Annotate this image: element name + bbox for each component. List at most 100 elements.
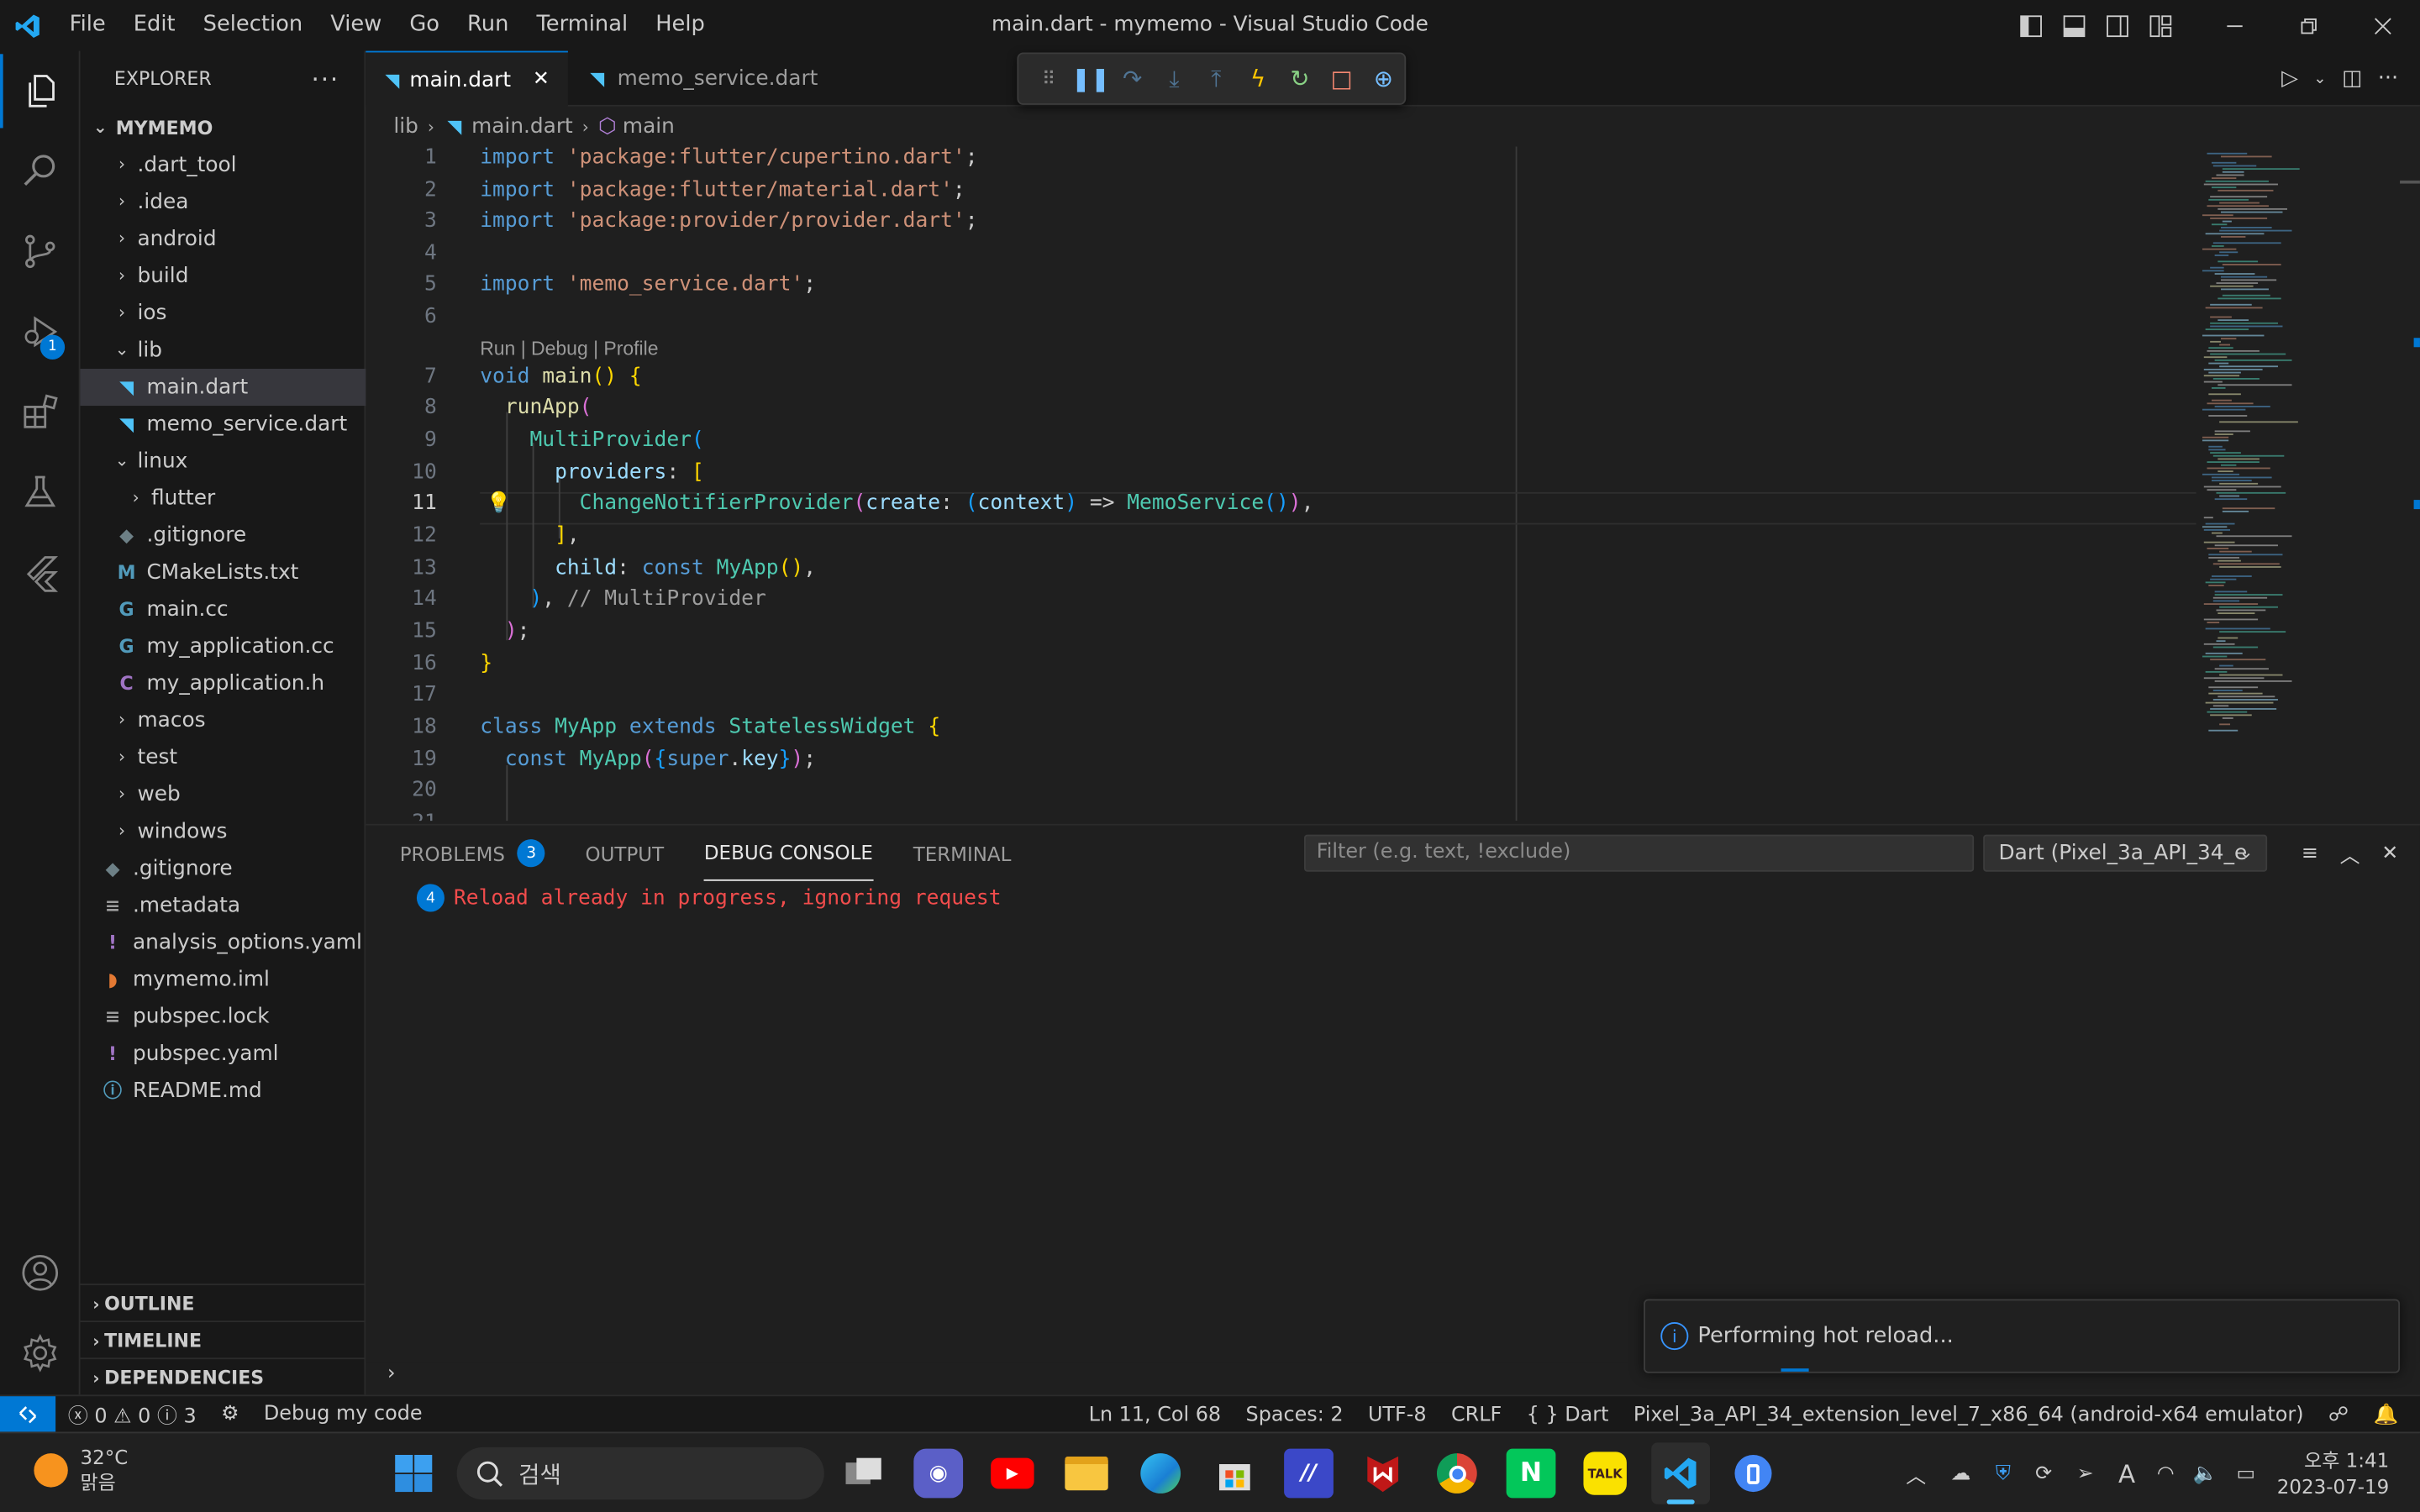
remote-indicator-icon[interactable] <box>0 1395 56 1433</box>
console-input-prompt-icon[interactable]: › <box>387 1362 396 1386</box>
stop-icon[interactable]: □ <box>1321 57 1363 100</box>
file-item[interactable]: ◆ .gitignore <box>81 850 366 887</box>
folder-item[interactable]: › web <box>81 776 366 813</box>
indentation[interactable]: Spaces: 2 <box>1234 1403 1355 1426</box>
onedrive-icon[interactable]: ☁ <box>1939 1462 1983 1485</box>
more-actions-icon[interactable]: ··· <box>312 64 340 93</box>
run-debug-icon[interactable]: 1 <box>0 295 81 369</box>
search-icon[interactable] <box>0 134 81 208</box>
encoding[interactable]: UTF-8 <box>1355 1403 1439 1426</box>
file-item[interactable]: ◥ memo_service.dart <box>81 406 366 443</box>
file-item[interactable]: ! analysis_options.yaml <box>81 924 366 961</box>
device-selector[interactable]: Pixel_3a_API_34_extension_level_7_x86_64… <box>1621 1403 2316 1426</box>
vscode-taskbar-icon[interactable] <box>1651 1442 1711 1504</box>
folder-item[interactable]: ⌄ lib <box>81 332 366 369</box>
customize-layout-icon[interactable] <box>2139 0 2182 51</box>
taskbar-search[interactable]: 검색 <box>456 1446 824 1500</box>
file-item[interactable]: Gmy_application.cc <box>81 628 366 665</box>
close-panel-icon[interactable]: ✕ <box>2381 842 2398 865</box>
timeline-section[interactable]: › TIMELINE <box>80 1320 366 1357</box>
source-control-icon[interactable] <box>0 214 81 288</box>
file-item[interactable]: M CMakeLists.txt <box>81 554 366 591</box>
file-item[interactable]: ≡ .metadata <box>81 887 366 924</box>
breadcrumb-main-dart[interactable]: main.dart <box>471 114 573 139</box>
folder-item[interactable]: › build <box>81 258 366 295</box>
restart-icon[interactable]: ↻ <box>1279 57 1321 100</box>
windows-start-icon[interactable] <box>389 1449 439 1499</box>
folder-item[interactable]: ⌄ linux <box>81 443 366 480</box>
weather-widget[interactable]: 32°C 맑음 <box>34 1446 128 1495</box>
debug-icon[interactable]: ⚙ <box>208 1403 251 1426</box>
step-out-icon[interactable]: ⤒ <box>1195 57 1237 100</box>
pause-icon[interactable]: ❚❚ <box>1070 57 1112 100</box>
extensions-icon[interactable] <box>0 375 81 449</box>
more-actions-icon[interactable]: ··· <box>2378 66 2399 91</box>
testing-icon[interactable] <box>0 455 81 529</box>
microsoft-store-icon[interactable] <box>1210 1449 1260 1499</box>
menu-file[interactable]: File <box>55 0 119 51</box>
restore-icon[interactable] <box>2272 0 2346 51</box>
debug-config[interactable]: Debug my code <box>251 1403 434 1426</box>
chrome-icon[interactable] <box>1432 1449 1481 1499</box>
devtools-icon[interactable]: ⊕ <box>1363 57 1405 100</box>
file-item[interactable]: Cmy_application.h <box>81 665 366 702</box>
tab-close-icon[interactable]: ✕ <box>533 68 550 92</box>
defender-icon[interactable]: ⛨ <box>1983 1462 2023 1485</box>
minimap[interactable] <box>2199 146 2400 764</box>
menu-help[interactable]: Help <box>642 0 719 51</box>
codelens-run-debug-profile[interactable]: Run | Debug | Profile <box>480 338 658 360</box>
toggle-primary-sidebar-icon[interactable] <box>2009 0 2052 51</box>
file-item[interactable]: ◗ mymemo.iml <box>81 961 366 998</box>
chevron-down-icon[interactable]: ⌄ <box>2313 71 2326 87</box>
toggle-secondary-sidebar-icon[interactable] <box>2096 0 2139 51</box>
folder-item[interactable]: › windows <box>81 813 366 850</box>
volume-icon[interactable]: 🔈 <box>2184 1462 2228 1485</box>
kakaotalk-icon[interactable]: TALK <box>1581 1449 1630 1499</box>
clear-console-icon[interactable]: ≡ <box>2302 842 2318 865</box>
mcafee-icon[interactable] <box>1358 1449 1407 1499</box>
edge-browser-icon[interactable] <box>1136 1449 1186 1499</box>
tab-output[interactable]: OUTPUT <box>586 826 665 881</box>
toggle-panel-icon[interactable] <box>2053 0 2096 51</box>
close-icon[interactable] <box>2346 0 2420 51</box>
settings-gear-icon[interactable] <box>0 1316 81 1390</box>
menu-go[interactable]: Go <box>396 0 454 51</box>
clock[interactable]: 오후 1:41 2023-07-19 <box>2265 1447 2420 1499</box>
folder-item[interactable]: › macos <box>81 702 366 739</box>
folder-item[interactable]: › ios <box>81 295 366 332</box>
teams-chat-icon[interactable]: ◉ <box>913 1448 964 1499</box>
file-item[interactable]: Gmain.cc <box>81 591 366 627</box>
file-item[interactable]: ! pubspec.yaml <box>81 1035 366 1072</box>
feedback-icon[interactable]: ☍ <box>2316 1403 2361 1426</box>
hot-reload-icon[interactable]: ϟ <box>1237 57 1279 100</box>
step-over-icon[interactable]: ↷ <box>1112 57 1154 100</box>
breadcrumb-lib[interactable]: lib <box>393 114 418 139</box>
youtube-icon[interactable]: ▶ <box>987 1449 1037 1499</box>
run-icon[interactable]: ▷ <box>2281 66 2298 91</box>
tab-main-dart[interactable]: ◥ main.dart ✕ <box>366 50 568 107</box>
explorer-icon[interactable] <box>0 54 81 129</box>
folder-item[interactable]: › flutter <box>81 480 366 517</box>
tray-chevron-up-icon[interactable]: ︿ <box>1894 1459 1939 1488</box>
end-of-line[interactable]: CRLF <box>1439 1403 1514 1426</box>
editor-scrollbar[interactable] <box>2400 146 2420 821</box>
breadcrumb-main[interactable]: main <box>623 114 675 139</box>
file-item[interactable]: ◆ .gitignore <box>81 517 366 554</box>
file-item[interactable]: ◥ main.dart <box>80 368 366 407</box>
folder-item[interactable]: › .idea <box>81 184 366 221</box>
cursor-position[interactable]: Ln 11, Col 68 <box>1076 1403 1234 1426</box>
maximize-panel-icon[interactable]: ︿ <box>2340 838 2360 869</box>
file-item[interactable]: ≡ pubspec.lock <box>81 998 366 1035</box>
menu-run[interactable]: Run <box>454 0 523 51</box>
menu-edit[interactable]: Edit <box>119 0 189 51</box>
problems-status[interactable]: ⓧ 0 ⚠ 0 ⓘ 3 <box>55 1399 208 1429</box>
tab-problems[interactable]: PROBLEMS 3 <box>400 826 545 881</box>
battery-icon[interactable]: ▭ <box>2227 1462 2265 1485</box>
wifi-icon[interactable]: ◠ <box>2148 1462 2184 1485</box>
filter-input[interactable]: Filter (e.g. text, !exclude) <box>1304 834 1975 872</box>
outline-section[interactable]: › OUTLINE <box>80 1284 366 1320</box>
notifications-bell-icon[interactable]: 🔔 <box>2361 1403 2411 1426</box>
step-into-icon[interactable]: ⤓ <box>1154 57 1196 100</box>
task-view-icon[interactable] <box>839 1449 889 1499</box>
accounts-icon[interactable] <box>0 1236 81 1310</box>
